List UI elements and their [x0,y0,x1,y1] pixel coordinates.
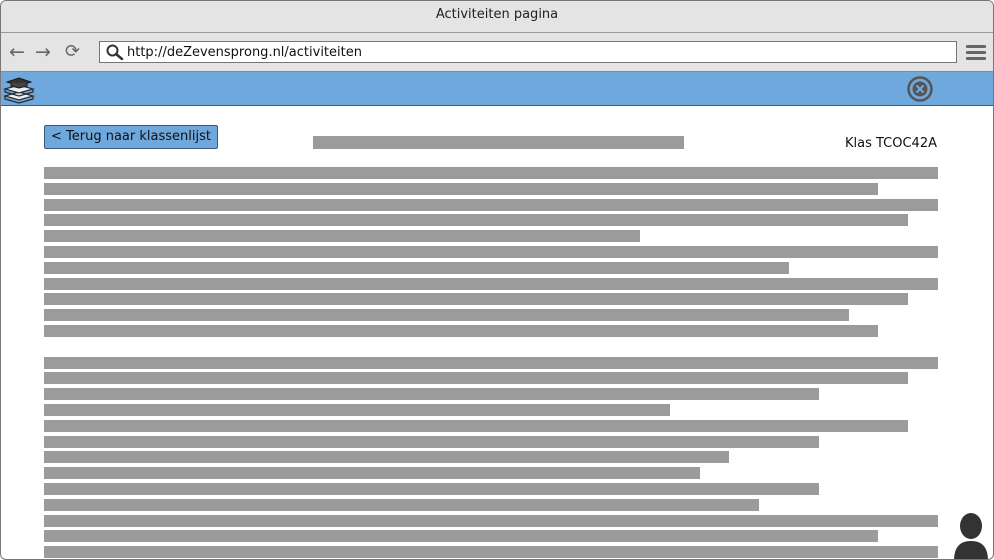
text-line-placeholder [44,436,819,448]
text-line-placeholder [44,372,908,384]
page-title-placeholder [313,136,684,149]
text-line-placeholder [44,483,819,495]
close-circle-icon[interactable] [906,75,934,103]
text-line-placeholder [44,404,670,416]
browser-toolbar: ← → ⟳ http://deZevensprong.nl/activiteit… [1,33,993,72]
text-line-placeholder [44,467,700,479]
text-line-placeholder [44,309,849,321]
window-title-bar: Activiteiten pagina [1,1,993,33]
text-line-placeholder [44,499,759,511]
text-line-placeholder [44,246,938,258]
text-line-placeholder [44,167,938,179]
text-line-placeholder [44,451,729,463]
text-line-placeholder [44,325,878,337]
text-line-placeholder [44,388,819,400]
address-bar[interactable]: http://deZevensprong.nl/activiteiten [99,41,957,63]
url-text: http://deZevensprong.nl/activiteiten [127,45,362,60]
text-line-placeholder [44,262,789,274]
text-line-placeholder [44,199,938,211]
window-title: Activiteiten pagina [435,7,559,22]
text-line-placeholder [44,546,938,558]
back-to-class-list-button[interactable]: < Terug naar klassenlijst [44,125,218,149]
text-line-placeholder [44,278,938,290]
user-avatar-icon[interactable] [952,511,990,560]
hamburger-menu-icon[interactable] [966,45,986,61]
stacked-books-icon [3,77,35,104]
text-line-placeholder [44,530,878,542]
text-line-placeholder [44,293,908,305]
app-header [1,72,993,106]
arrow-right-icon[interactable]: → [35,42,51,62]
class-label: Klas TCOC42A [844,136,937,151]
text-line-placeholder [44,357,938,369]
arrow-left-icon[interactable]: ← [9,42,25,62]
text-line-placeholder [44,214,908,226]
search-icon [106,44,124,60]
text-line-placeholder [44,420,908,432]
text-line-placeholder [44,515,938,527]
browser-window: Activiteiten pagina ← → ⟳ http://deZeven… [0,0,994,560]
text-line-placeholder [44,230,640,242]
reload-icon[interactable]: ⟳ [65,42,80,62]
text-line-placeholder [44,183,878,195]
